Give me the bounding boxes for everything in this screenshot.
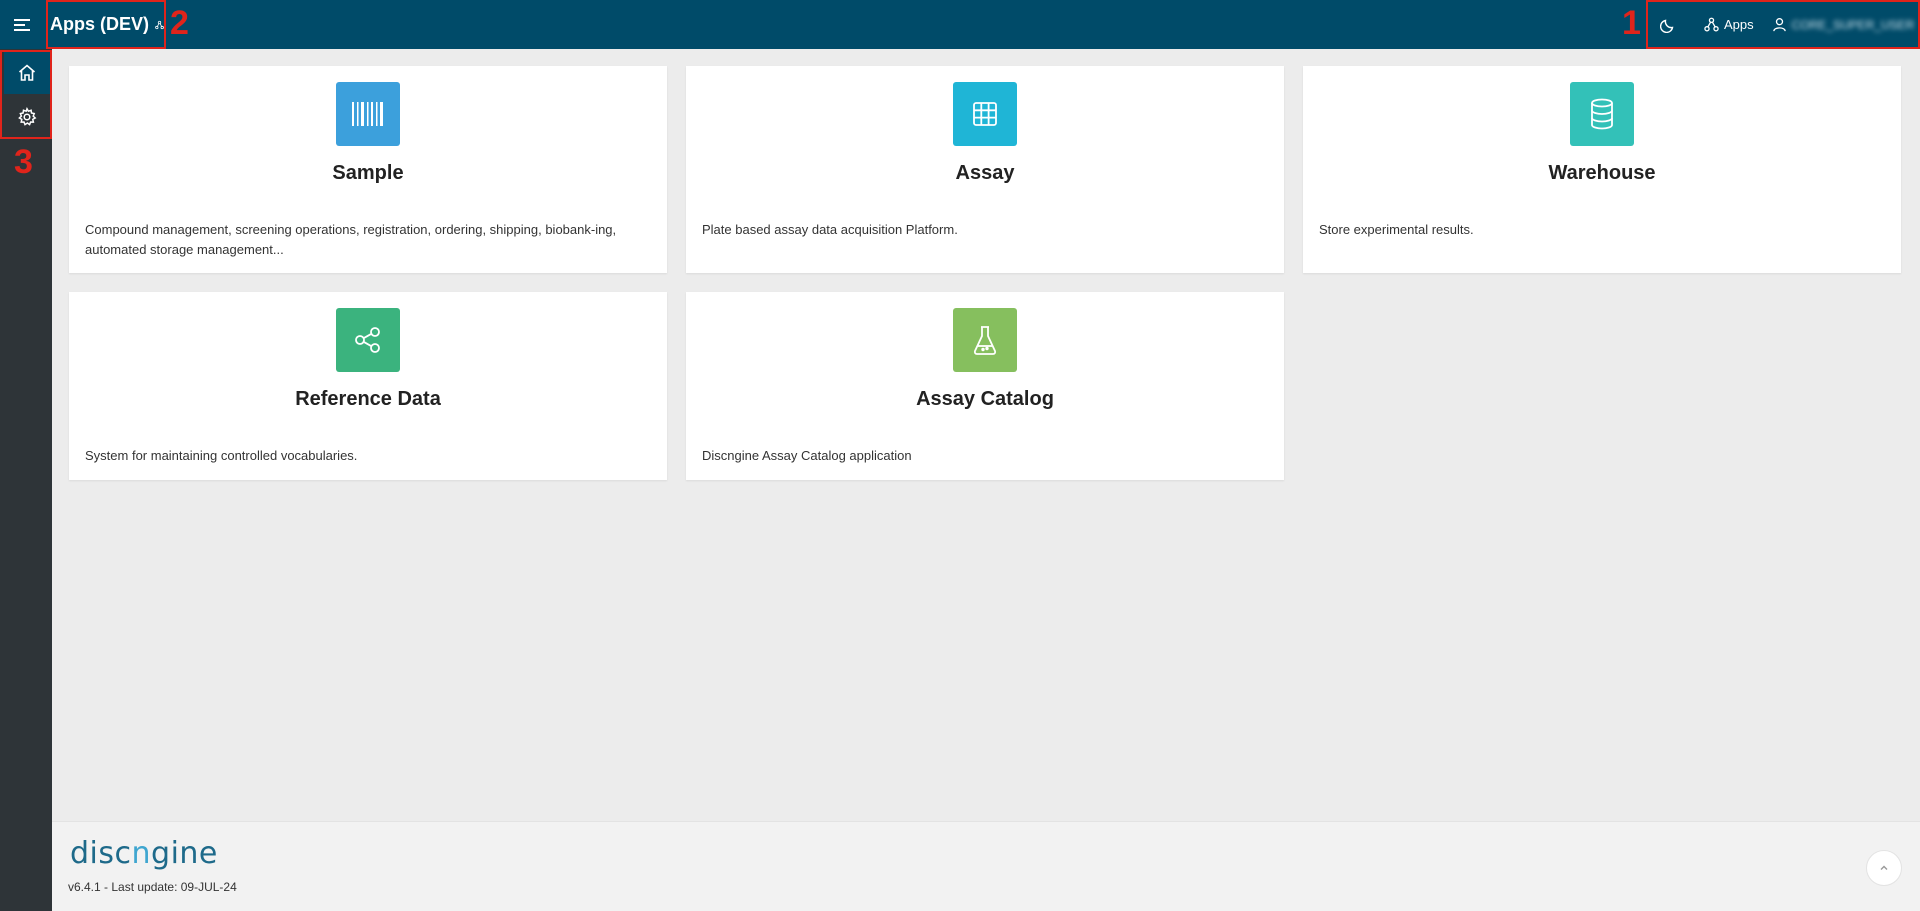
grid-icon [973,102,997,126]
callout-number: 2 [170,4,189,42]
card-tile [336,82,400,146]
apps-network-icon [1704,17,1719,32]
app-title-area: Apps (DEV) [46,0,166,49]
barcode-icon [352,102,383,126]
dark-mode-toggle[interactable] [1660,17,1676,33]
footer: discngine v6.4.1 - Last update: 09-JUL-2… [52,821,1920,911]
apps-button[interactable]: Apps [1704,17,1754,32]
gear-icon [18,107,37,126]
header-actions: Apps CORE_SUPER_USER [1646,0,1920,49]
share-nodes-icon [355,327,380,353]
callout-number: 3 [14,143,33,181]
card-description: Compound management, screening operation… [85,222,617,257]
card-title: Assay [955,162,1015,184]
apps-button-label: Apps [1724,17,1754,32]
sidebar: 3 [0,49,52,911]
card-tile [336,308,400,372]
card-tile [953,308,1017,372]
app-card-assay[interactable]: Assay Plate based assay data acquisition… [686,66,1284,273]
card-title: Warehouse [1548,162,1656,184]
card-description: Plate based assay data acquisition Platf… [702,222,958,237]
menu-icon [14,18,30,31]
card-tile [953,82,1017,146]
card-tile [1570,82,1634,146]
card-title: Reference Data [295,388,441,410]
card-description: Discngine Assay Catalog application [702,448,912,463]
page-title: Apps (DEV) [50,14,149,34]
app-card-reference-data[interactable]: Reference Data System for maintaining co… [69,292,667,480]
version-info: v6.4.1 - Last update: 09-JUL-24 [68,880,237,894]
app-card-sample[interactable]: Sample Compound management, screening op… [69,66,667,273]
app-card-assay-catalog[interactable]: Assay Catalog Discngine Assay Catalog ap… [686,292,1284,480]
callout-number: 1 [1622,4,1641,42]
home-icon [18,64,36,81]
menu-toggle-button[interactable] [0,0,46,49]
user-icon [1772,18,1786,32]
flask-icon [973,326,997,355]
sidebar-item-settings[interactable] [4,96,50,138]
moon-icon [1660,19,1674,33]
apps-network-icon[interactable] [155,17,164,33]
discngine-logo: discngine [70,836,218,871]
logo-text-accent: n [131,836,152,871]
sidebar-nav [0,50,52,139]
card-title: Sample [332,162,404,184]
logo-text: gine [151,836,218,871]
chevron-up-icon [1880,865,1888,870]
logo-text: disc [70,836,132,871]
card-title: Assay Catalog [916,388,1054,410]
card-description: Store experimental results. [1319,222,1474,237]
user-menu[interactable]: CORE_SUPER_USER [1772,17,1920,32]
card-description: System for maintaining controlled vocabu… [85,448,358,463]
app-card-warehouse[interactable]: Warehouse Store experimental results. [1303,66,1901,273]
user-name: CORE_SUPER_USER [1791,17,1915,32]
scroll-to-top-button[interactable] [1866,850,1902,886]
database-icon [1591,98,1613,130]
sidebar-item-home[interactable] [4,52,50,94]
